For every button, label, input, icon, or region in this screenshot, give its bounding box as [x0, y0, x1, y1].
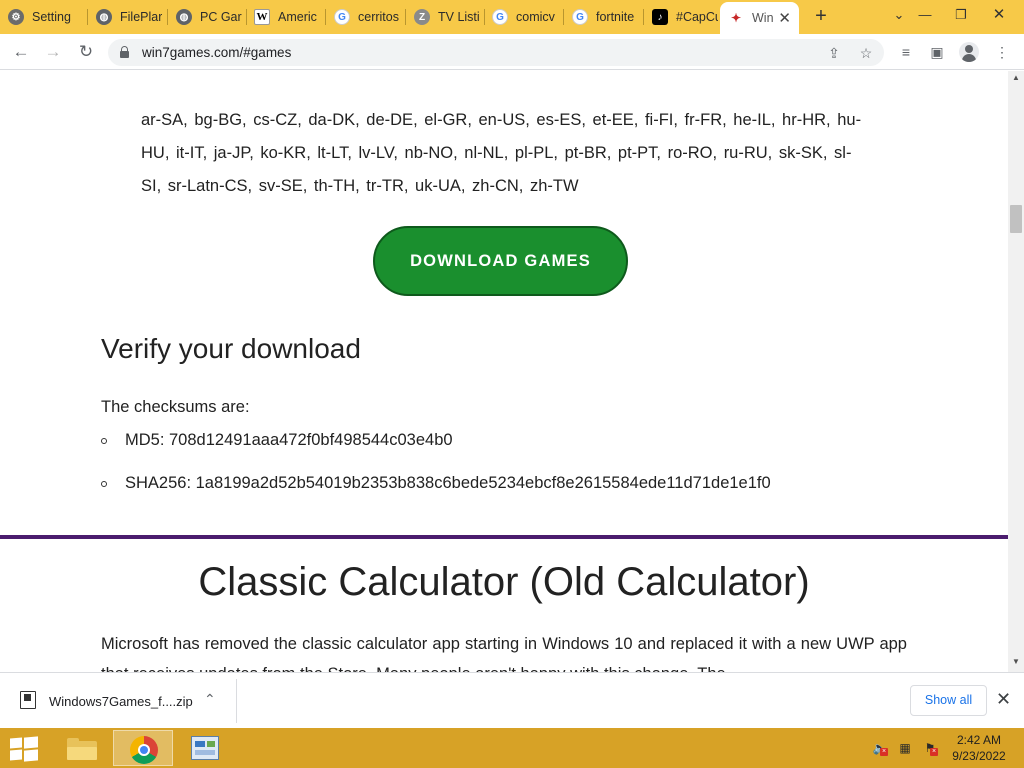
- reload-button[interactable]: ↻: [74, 40, 98, 64]
- tiktok-icon: ♪: [652, 9, 668, 25]
- supported-languages-text: ar-SA, bg-BG, cs-CZ, da-DK, de-DE, el-GR…: [141, 111, 862, 195]
- profile-avatar-icon[interactable]: [959, 42, 979, 62]
- speaker-muted-icon[interactable]: 🔈×: [872, 740, 888, 756]
- tab-label: TV Listi: [438, 10, 480, 24]
- page-scrollbar[interactable]: ▲ ▼: [1008, 71, 1024, 672]
- tab-comicvine[interactable]: G comicv: [484, 3, 562, 31]
- windows-start-icon[interactable]: [10, 736, 38, 762]
- tab-pc-gamer[interactable]: ◍ PC Gar: [168, 3, 246, 31]
- calculator-heading: Classic Calculator (Old Calculator): [198, 560, 810, 604]
- win7games-icon: ✦: [728, 10, 744, 26]
- address-bar[interactable]: win7games.com/#games ⇪ ☆: [108, 39, 884, 66]
- tab-label: Setting: [32, 10, 71, 24]
- wikipedia-icon: W: [254, 9, 270, 25]
- back-button[interactable]: ←: [9, 40, 33, 64]
- network-icon[interactable]: ▦: [897, 740, 913, 756]
- tab-strip: ⚙ Setting ◍ FilePlar ◍ PC Gar W Americ G…: [0, 0, 1024, 34]
- download-games-button[interactable]: DOWNLOAD GAMES: [373, 226, 628, 296]
- tab-settings[interactable]: ⚙ Setting: [0, 3, 86, 31]
- forward-button[interactable]: →: [41, 40, 65, 64]
- file-explorer-taskbar-button[interactable]: [51, 730, 111, 766]
- tab-label: fortnite: [596, 10, 635, 24]
- clock-date: 9/23/2022: [952, 749, 1006, 763]
- z-icon: Z: [414, 9, 430, 25]
- globe-icon: ◍: [96, 9, 112, 25]
- gear-icon: ⚙: [8, 9, 24, 25]
- restore-icon[interactable]: ❐: [948, 4, 974, 26]
- tab-search-chevron-icon[interactable]: ⌄: [886, 4, 912, 26]
- google-icon: G: [492, 9, 508, 25]
- control-panel-icon: [191, 736, 219, 760]
- google-icon: G: [334, 9, 350, 25]
- lock-icon[interactable]: [120, 46, 129, 58]
- tab-label: PC Gar: [200, 10, 242, 24]
- media-controls-icon[interactable]: ≡: [896, 42, 916, 62]
- tab-label: comicv: [516, 10, 555, 24]
- show-all-button[interactable]: Show all: [910, 685, 987, 716]
- chevron-up-icon[interactable]: ⌃: [204, 691, 216, 708]
- browser-toolbar: ← → ↻ win7games.com/#games ⇪ ☆ ≡ ▣ ⋮: [0, 34, 1024, 70]
- page-viewport: ar-SA, bg-BG, cs-CZ, da-DK, de-DE, el-GR…: [0, 71, 1008, 672]
- tab-tv-listings[interactable]: Z TV Listi: [406, 3, 484, 31]
- chrome-taskbar-button[interactable]: [113, 730, 173, 766]
- windows-taskbar: 🔈× ▦ ⚑× 2:42 AM 9/23/2022: [0, 728, 1024, 768]
- control-panel-taskbar-button[interactable]: [175, 730, 235, 766]
- download-shelf: Windows7Games_f....zip ⌃ Show all ✕: [0, 672, 1024, 728]
- share-icon[interactable]: ⇪: [824, 43, 844, 63]
- bullet-icon: [101, 438, 107, 444]
- new-tab-button[interactable]: +: [810, 5, 832, 27]
- verify-heading: Verify your download: [101, 333, 361, 364]
- url-text[interactable]: win7games.com/#games: [142, 45, 291, 60]
- scrollbar-thumb[interactable]: [1010, 205, 1022, 233]
- tab-fileplanet[interactable]: ◍ FilePlar: [88, 3, 166, 31]
- checksums-intro: The checksums are:: [101, 398, 250, 416]
- close-shelf-icon[interactable]: ✕: [996, 689, 1011, 710]
- menu-kebab-icon[interactable]: ⋮: [992, 42, 1012, 62]
- tab-label: Win: [752, 11, 774, 25]
- chrome-icon: [130, 736, 158, 764]
- tab-cerritos[interactable]: G cerritos: [326, 3, 404, 31]
- system-clock[interactable]: 2:42 AM 9/23/2022: [940, 732, 1018, 764]
- tab-label: Americ: [278, 10, 317, 24]
- side-panel-icon[interactable]: ▣: [927, 42, 947, 62]
- bookmark-star-icon[interactable]: ☆: [856, 43, 876, 63]
- close-window-icon[interactable]: ✕: [986, 4, 1012, 26]
- bullet-icon: [101, 481, 107, 487]
- tab-win7games[interactable]: ✦ Win ✕: [720, 2, 799, 34]
- tab-label: #CapCu: [676, 10, 718, 24]
- globe-icon: ◍: [176, 9, 192, 25]
- tab-fortnite[interactable]: G fortnite: [564, 3, 642, 31]
- folder-icon: [67, 738, 97, 760]
- clock-time: 2:42 AM: [956, 733, 1002, 747]
- google-icon: G: [572, 9, 588, 25]
- action-center-icon[interactable]: ⚑×: [922, 740, 938, 756]
- sha256-text: SHA256: 1a8199a2d52b54019b2353b838c6bede…: [125, 474, 771, 492]
- download-file-name[interactable]: Windows7Games_f....zip: [49, 694, 193, 709]
- md5-text: MD5: 708d12491aaa472f0bf498544c03e4b0: [125, 431, 453, 449]
- minimize-icon[interactable]: —: [912, 4, 938, 26]
- tab-label: cerritos: [358, 10, 399, 24]
- calculator-paragraph: Microsoft has removed the classic calcul…: [101, 635, 907, 672]
- tab-wikipedia[interactable]: W Americ: [246, 3, 324, 31]
- shelf-divider: [236, 679, 237, 723]
- close-tab-icon[interactable]: ✕: [778, 9, 791, 27]
- zip-file-icon[interactable]: [20, 691, 36, 709]
- scroll-up-icon[interactable]: ▲: [1012, 73, 1020, 82]
- section-divider: [0, 535, 1008, 539]
- tab-label: FilePlar: [120, 10, 163, 24]
- tab-tiktok[interactable]: ♪ #CapCu: [644, 3, 718, 31]
- scroll-down-icon[interactable]: ▼: [1012, 657, 1020, 666]
